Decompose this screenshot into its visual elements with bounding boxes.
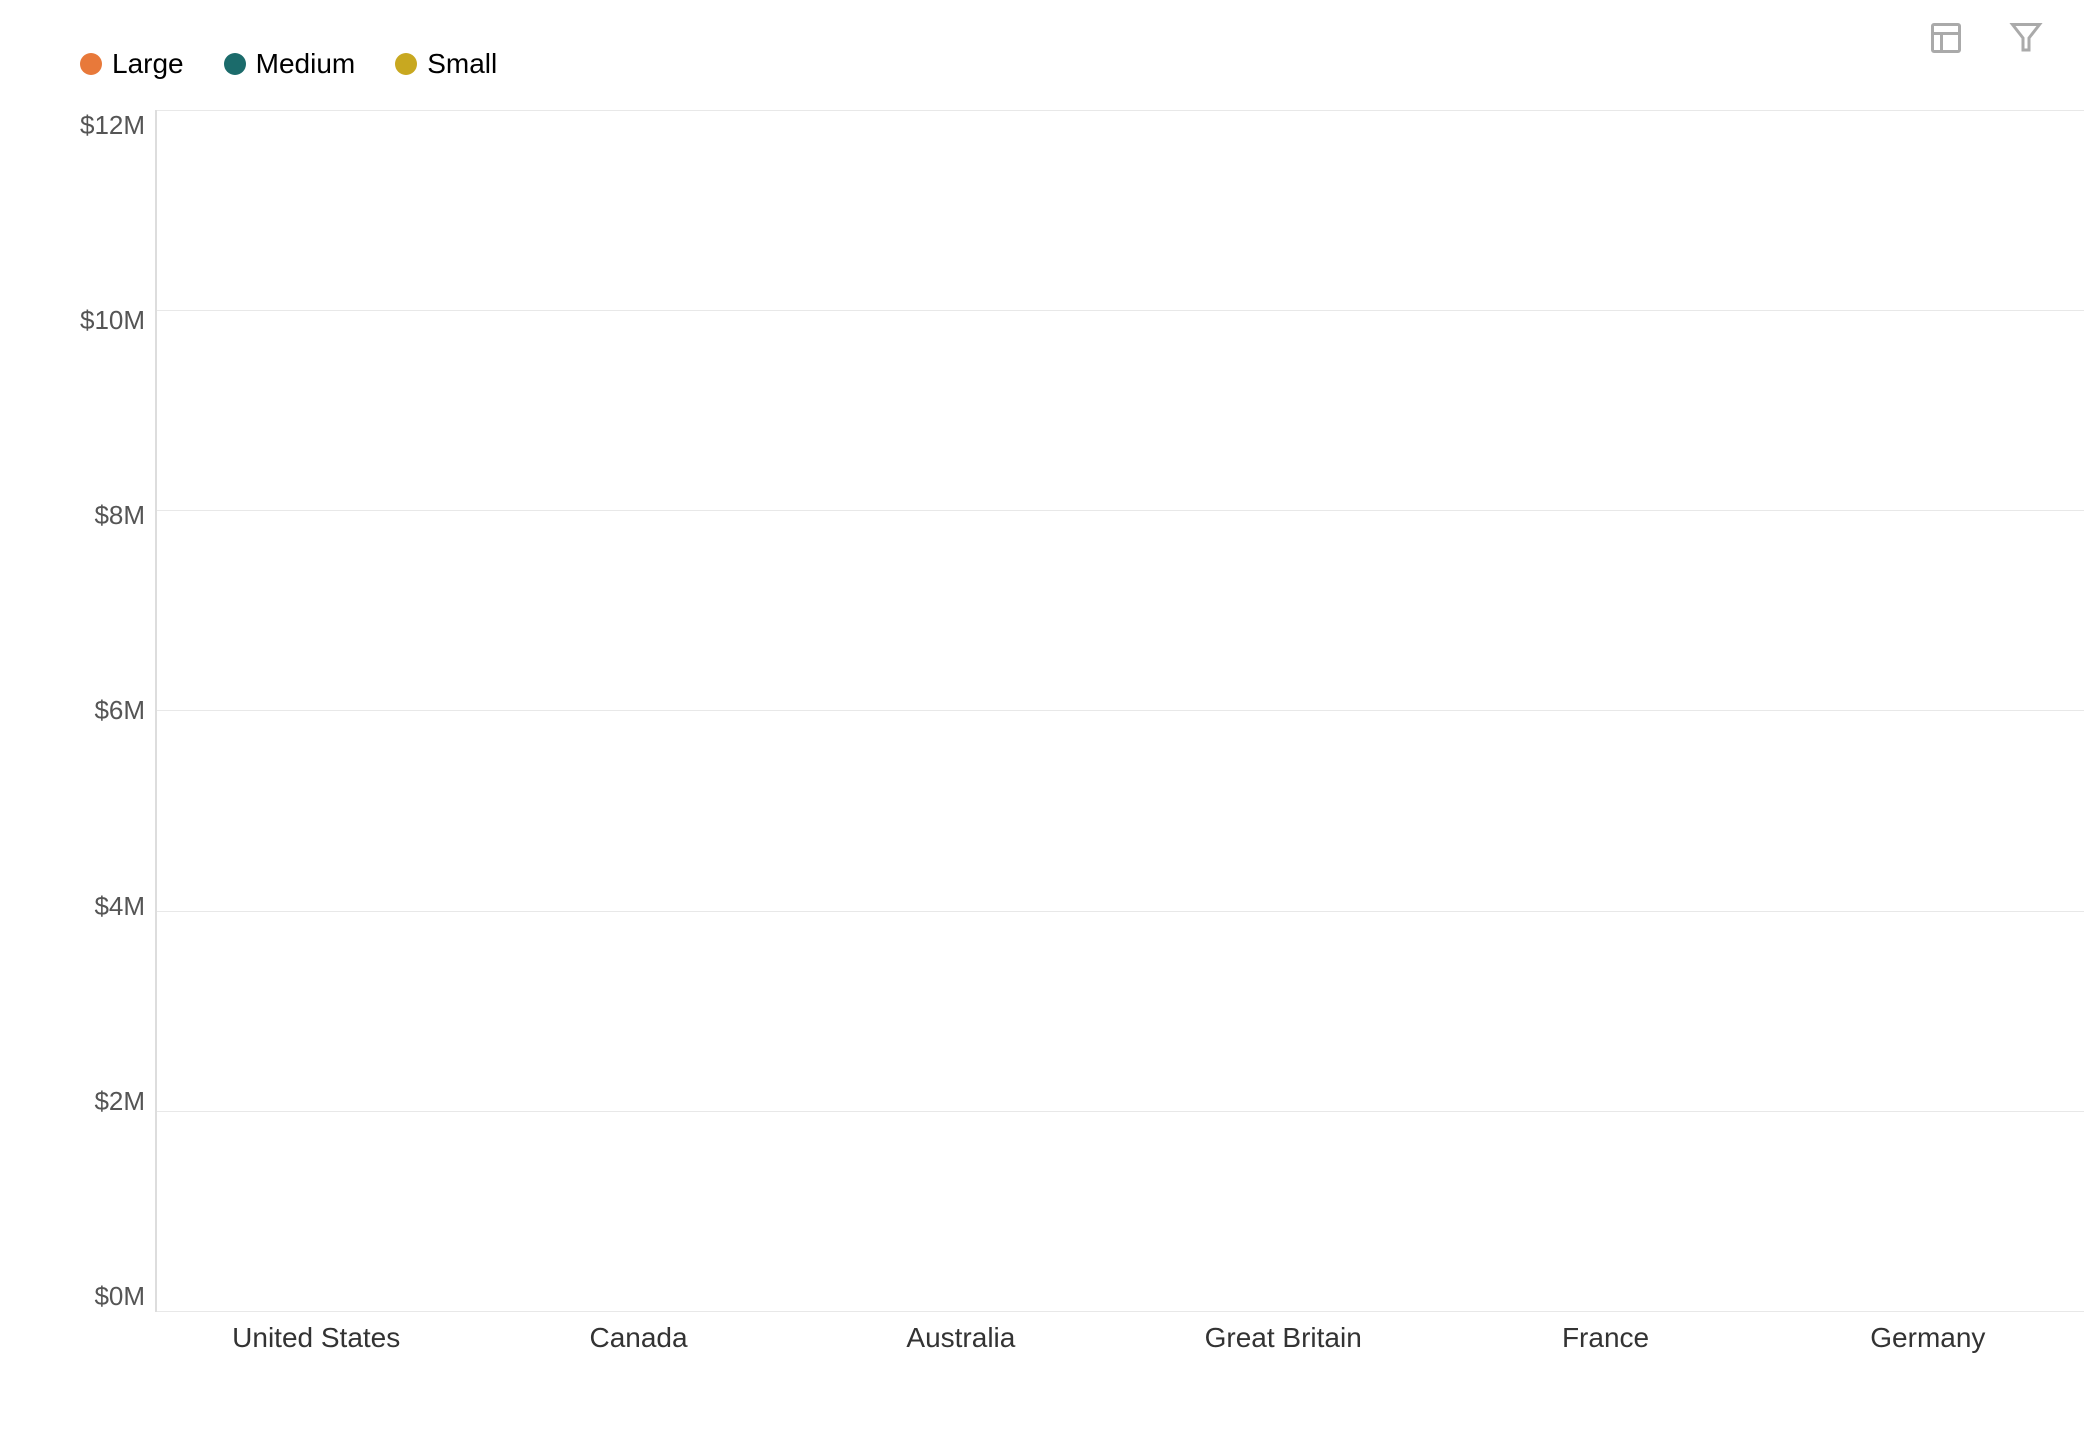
- legend-item-large: Large: [80, 48, 184, 80]
- y-label: $4M: [94, 891, 145, 922]
- filter-icon[interactable]: [2008, 20, 2044, 65]
- legend-label-medium: Medium: [256, 48, 356, 80]
- expand-icon[interactable]: [1928, 20, 1964, 65]
- x-label-united-states: United States: [155, 1312, 477, 1372]
- y-label: $0M: [94, 1281, 145, 1312]
- x-label-canada: Canada: [477, 1312, 799, 1372]
- legend-label-large: Large: [112, 48, 184, 80]
- x-axis: United StatesCanadaAustraliaGreat Britai…: [155, 1312, 2084, 1372]
- grid-line: [157, 1111, 2084, 1112]
- x-label-great-britain: Great Britain: [1122, 1312, 1444, 1372]
- chart-container: Large Medium Small $0M $2M $4M $6M $8M $10M $12M…: [0, 0, 2084, 1452]
- grid-line: [157, 710, 2084, 711]
- legend-label-small: Small: [427, 48, 497, 80]
- grid-line: [157, 510, 2084, 511]
- grid-line: [157, 911, 2084, 912]
- grid-line: [157, 110, 2084, 111]
- grid-lines: [157, 110, 2084, 1312]
- y-label: $6M: [94, 695, 145, 726]
- legend-item-medium: Medium: [224, 48, 356, 80]
- chart-area: $0M $2M $4M $6M $8M $10M $12M United StatesCan…: [80, 110, 2024, 1372]
- y-label: $12M: [80, 110, 145, 141]
- chart-legend: Large Medium Small: [80, 48, 2024, 80]
- y-label: $8M: [94, 500, 145, 531]
- x-label-germany: Germany: [1767, 1312, 2084, 1372]
- legend-dot-small: [395, 53, 417, 75]
- x-label-france: France: [1444, 1312, 1766, 1372]
- x-label-australia: Australia: [800, 1312, 1122, 1372]
- bars-wrapper: [155, 110, 2084, 1312]
- y-label: $2M: [94, 1086, 145, 1117]
- legend-item-small: Small: [395, 48, 497, 80]
- y-label: $10M: [80, 305, 145, 336]
- legend-dot-medium: [224, 53, 246, 75]
- y-axis: $0M $2M $4M $6M $8M $10M $12M: [80, 110, 155, 1372]
- grid-line: [157, 310, 2084, 311]
- bars-and-xaxis: United StatesCanadaAustraliaGreat Britai…: [155, 110, 2084, 1372]
- grid-line: [157, 1311, 2084, 1312]
- legend-dot-large: [80, 53, 102, 75]
